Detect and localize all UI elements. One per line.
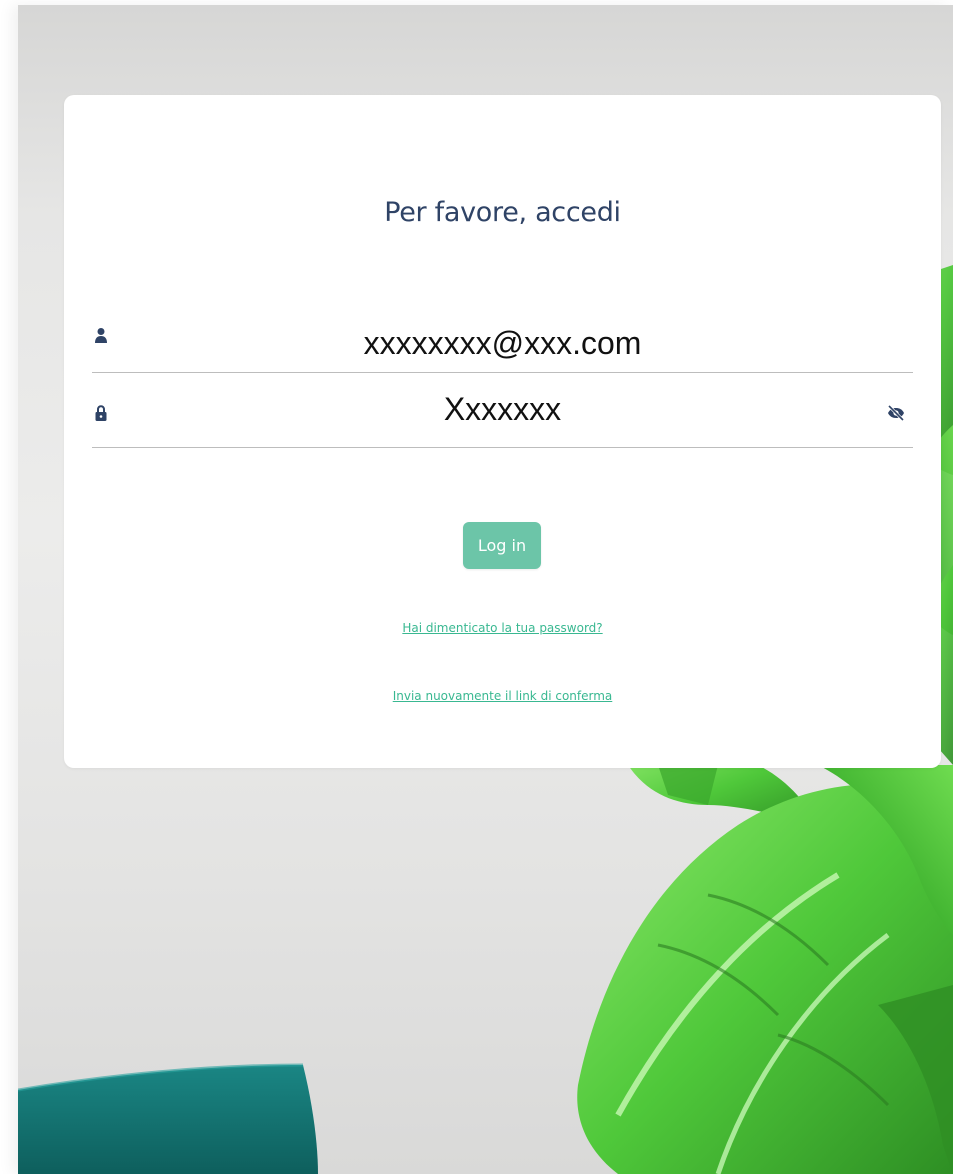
password-field[interactable]: Xxxxxxx: [92, 385, 913, 448]
forgot-password-link[interactable]: Hai dimenticato la tua password?: [64, 621, 941, 635]
page-title: Per favore, accedi: [384, 197, 621, 228]
login-button[interactable]: Log in: [463, 522, 541, 569]
email-field[interactable]: xxxxxxxx@xxx.com: [92, 315, 913, 373]
password-input[interactable]: Xxxxxxx: [92, 391, 913, 428]
login-card: Per favore, accedi xxxxxxxx@xxx.com Xxxx…: [64, 95, 941, 768]
eye-slash-icon[interactable]: [887, 405, 905, 421]
browser-page: Per favore, accedi xxxxxxxx@xxx.com Xxxx…: [0, 0, 953, 1174]
teal-cushion: [18, 1065, 318, 1174]
email-input[interactable]: xxxxxxxx@xxx.com: [92, 325, 913, 362]
resend-confirmation-link[interactable]: Invia nuovamente il link di conferma: [64, 689, 941, 703]
login-viewport: Per favore, accedi xxxxxxxx@xxx.com Xxxx…: [18, 5, 953, 1174]
